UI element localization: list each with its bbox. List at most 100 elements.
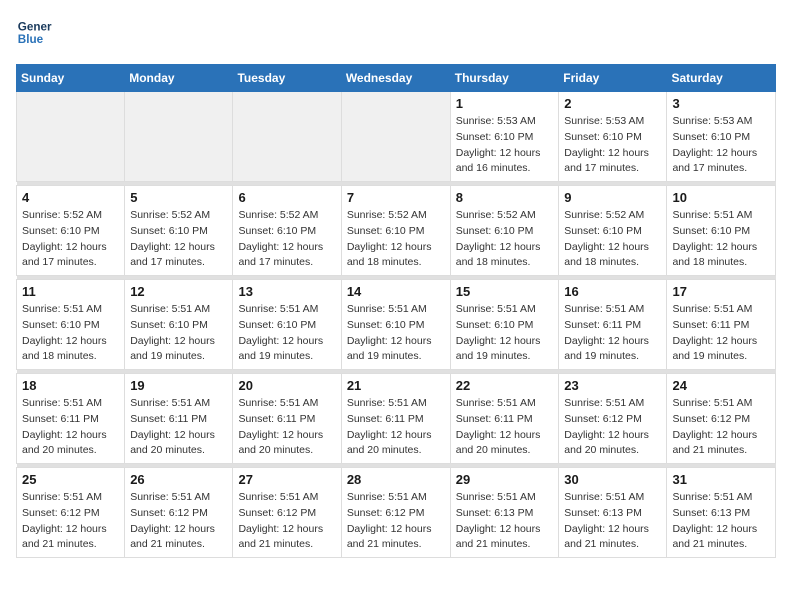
calendar-cell: 16 Sunrise: 5:51 AM Sunset: 6:11 PM Dayli… <box>559 280 667 370</box>
day-number: 11 <box>22 284 119 299</box>
calendar-cell: 14Sunrise: 5:51 AM Sunset: 6:10 PM Dayli… <box>341 280 450 370</box>
day-number: 2 <box>564 96 661 111</box>
calendar-week-row: 11 Sunrise: 5:51 AM Sunset: 6:10 PM Dayli… <box>17 280 776 370</box>
day-info: Sunrise: 5:51 AM Sunset: 6:11 PM Dayligh… <box>22 396 119 459</box>
logo-icon: General Blue <box>16 16 52 52</box>
calendar-cell: 18 Sunrise: 5:51 AM Sunset: 6:11 PM Dayli… <box>17 374 125 464</box>
day-number: 16 <box>564 284 661 299</box>
calendar-cell: 19Sunrise: 5:51 AM Sunset: 6:11 PM Dayli… <box>125 374 233 464</box>
day-info: Sunrise: 5:51 AM Sunset: 6:12 PM Dayligh… <box>238 490 335 553</box>
calendar-cell: 28Sunrise: 5:51 AM Sunset: 6:12 PM Dayli… <box>341 468 450 558</box>
day-number: 20 <box>238 378 335 393</box>
day-number: 3 <box>672 96 770 111</box>
day-info: Sunrise: 5:51 AM Sunset: 6:11 PM Dayligh… <box>130 396 227 459</box>
calendar-cell: 25Sunrise: 5:51 AM Sunset: 6:12 PM Dayli… <box>17 468 125 558</box>
calendar-cell: 2Sunrise: 5:53 AM Sunset: 6:10 PM Daylig… <box>559 92 667 182</box>
day-info: Sunrise: 5:51 AM Sunset: 6:11 PM Dayligh… <box>672 302 770 365</box>
day-number: 14 <box>347 284 445 299</box>
calendar-cell: 24 Sunrise: 5:51 AM Sunset: 6:12 PM Dayli… <box>667 374 776 464</box>
day-number: 21 <box>347 378 445 393</box>
weekday-header: Saturday <box>667 65 776 92</box>
day-info: Sunrise: 5:51 AM Sunset: 6:13 PM Dayligh… <box>456 490 554 553</box>
day-number: 24 <box>672 378 770 393</box>
day-number: 12 <box>130 284 227 299</box>
day-number: 1 <box>456 96 554 111</box>
day-info: Sunrise: 5:51 AM Sunset: 6:10 PM Dayligh… <box>672 208 770 271</box>
calendar-week-row: 4 Sunrise: 5:52 AM Sunset: 6:10 PM Daylig… <box>17 186 776 276</box>
calendar-cell: 22Sunrise: 5:51 AM Sunset: 6:11 PM Dayli… <box>450 374 559 464</box>
day-info: Sunrise: 5:51 AM Sunset: 6:12 PM Dayligh… <box>672 396 770 459</box>
day-number: 10 <box>672 190 770 205</box>
calendar-week-row: 1 Sunrise: 5:53 AM Sunset: 6:10 PM Daylig… <box>17 92 776 182</box>
calendar-cell: 21 Sunrise: 5:51 AM Sunset: 6:11 PM Dayli… <box>341 374 450 464</box>
calendar-cell: 8 Sunrise: 5:52 AM Sunset: 6:10 PM Daylig… <box>450 186 559 276</box>
day-info: Sunrise: 5:51 AM Sunset: 6:11 PM Dayligh… <box>238 396 335 459</box>
calendar-cell: 30 Sunrise: 5:51 AM Sunset: 6:13 PM Dayli… <box>559 468 667 558</box>
day-info: Sunrise: 5:51 AM Sunset: 6:11 PM Dayligh… <box>564 302 661 365</box>
calendar-cell <box>125 92 233 182</box>
calendar-cell: 3 Sunrise: 5:53 AM Sunset: 6:10 PM Daylig… <box>667 92 776 182</box>
day-number: 9 <box>564 190 661 205</box>
page-header: General Blue <box>16 16 776 52</box>
day-info: Sunrise: 5:51 AM Sunset: 6:10 PM Dayligh… <box>130 302 227 365</box>
calendar-cell: 4 Sunrise: 5:52 AM Sunset: 6:10 PM Daylig… <box>17 186 125 276</box>
day-info: Sunrise: 5:53 AM Sunset: 6:10 PM Dayligh… <box>672 114 770 177</box>
day-info: Sunrise: 5:51 AM Sunset: 6:10 PM Dayligh… <box>456 302 554 365</box>
day-number: 5 <box>130 190 227 205</box>
calendar-cell: 11 Sunrise: 5:51 AM Sunset: 6:10 PM Dayli… <box>17 280 125 370</box>
day-info: Sunrise: 5:51 AM Sunset: 6:13 PM Dayligh… <box>564 490 661 553</box>
day-info: Sunrise: 5:52 AM Sunset: 6:10 PM Dayligh… <box>564 208 661 271</box>
day-number: 8 <box>456 190 554 205</box>
day-info: Sunrise: 5:53 AM Sunset: 6:10 PM Dayligh… <box>456 114 554 177</box>
day-number: 13 <box>238 284 335 299</box>
day-info: Sunrise: 5:51 AM Sunset: 6:13 PM Dayligh… <box>672 490 770 553</box>
calendar-cell: 23 Sunrise: 5:51 AM Sunset: 6:12 PM Dayli… <box>559 374 667 464</box>
calendar-cell: 26 Sunrise: 5:51 AM Sunset: 6:12 PM Dayli… <box>125 468 233 558</box>
calendar-cell <box>341 92 450 182</box>
calendar-cell: 10 Sunrise: 5:51 AM Sunset: 6:10 PM Dayli… <box>667 186 776 276</box>
day-info: Sunrise: 5:51 AM Sunset: 6:10 PM Dayligh… <box>22 302 119 365</box>
weekday-header: Wednesday <box>341 65 450 92</box>
calendar-cell: 20 Sunrise: 5:51 AM Sunset: 6:11 PM Dayli… <box>233 374 341 464</box>
calendar-cell: 15Sunrise: 5:51 AM Sunset: 6:10 PM Dayli… <box>450 280 559 370</box>
day-info: Sunrise: 5:52 AM Sunset: 6:10 PM Dayligh… <box>130 208 227 271</box>
day-number: 31 <box>672 472 770 487</box>
day-info: Sunrise: 5:52 AM Sunset: 6:10 PM Dayligh… <box>22 208 119 271</box>
svg-text:General: General <box>18 20 52 33</box>
calendar-cell: 29 Sunrise: 5:51 AM Sunset: 6:13 PM Dayli… <box>450 468 559 558</box>
day-number: 18 <box>22 378 119 393</box>
calendar-cell: 13 Sunrise: 5:51 AM Sunset: 6:10 PM Dayli… <box>233 280 341 370</box>
day-info: Sunrise: 5:52 AM Sunset: 6:10 PM Dayligh… <box>456 208 554 271</box>
calendar-week-row: 18 Sunrise: 5:51 AM Sunset: 6:11 PM Dayli… <box>17 374 776 464</box>
day-number: 4 <box>22 190 119 205</box>
weekday-header: Sunday <box>17 65 125 92</box>
day-number: 23 <box>564 378 661 393</box>
calendar-cell: 12 Sunrise: 5:51 AM Sunset: 6:10 PM Dayli… <box>125 280 233 370</box>
svg-text:Blue: Blue <box>18 33 44 46</box>
day-number: 27 <box>238 472 335 487</box>
calendar-cell: 31 Sunrise: 5:51 AM Sunset: 6:13 PM Dayli… <box>667 468 776 558</box>
day-number: 25 <box>22 472 119 487</box>
day-info: Sunrise: 5:51 AM Sunset: 6:12 PM Dayligh… <box>130 490 227 553</box>
calendar-cell: 1 Sunrise: 5:53 AM Sunset: 6:10 PM Daylig… <box>450 92 559 182</box>
day-info: Sunrise: 5:52 AM Sunset: 6:10 PM Dayligh… <box>238 208 335 271</box>
calendar-cell: 6 Sunrise: 5:52 AM Sunset: 6:10 PM Daylig… <box>233 186 341 276</box>
day-info: Sunrise: 5:51 AM Sunset: 6:10 PM Dayligh… <box>238 302 335 365</box>
day-number: 7 <box>347 190 445 205</box>
calendar-cell <box>17 92 125 182</box>
day-number: 17 <box>672 284 770 299</box>
day-info: Sunrise: 5:51 AM Sunset: 6:12 PM Dayligh… <box>347 490 445 553</box>
day-info: Sunrise: 5:51 AM Sunset: 6:11 PM Dayligh… <box>347 396 445 459</box>
calendar-cell <box>233 92 341 182</box>
day-number: 26 <box>130 472 227 487</box>
day-number: 30 <box>564 472 661 487</box>
calendar-week-row: 25 Sunrise: 5:51 AM Sunset: 6:12 PM Dayli… <box>17 468 776 558</box>
calendar-cell: 27 Sunrise: 5:51 AM Sunset: 6:12 PM Dayli… <box>233 468 341 558</box>
day-number: 29 <box>456 472 554 487</box>
weekday-header: Thursday <box>450 65 559 92</box>
day-number: 6 <box>238 190 335 205</box>
logo: General Blue <box>16 16 52 52</box>
day-info: Sunrise: 5:51 AM Sunset: 6:12 PM Dayligh… <box>564 396 661 459</box>
day-info: Sunrise: 5:51 AM Sunset: 6:11 PM Dayligh… <box>456 396 554 459</box>
header-row: SundayMondayTuesdayWednesdayThursdayFrid… <box>17 65 776 92</box>
